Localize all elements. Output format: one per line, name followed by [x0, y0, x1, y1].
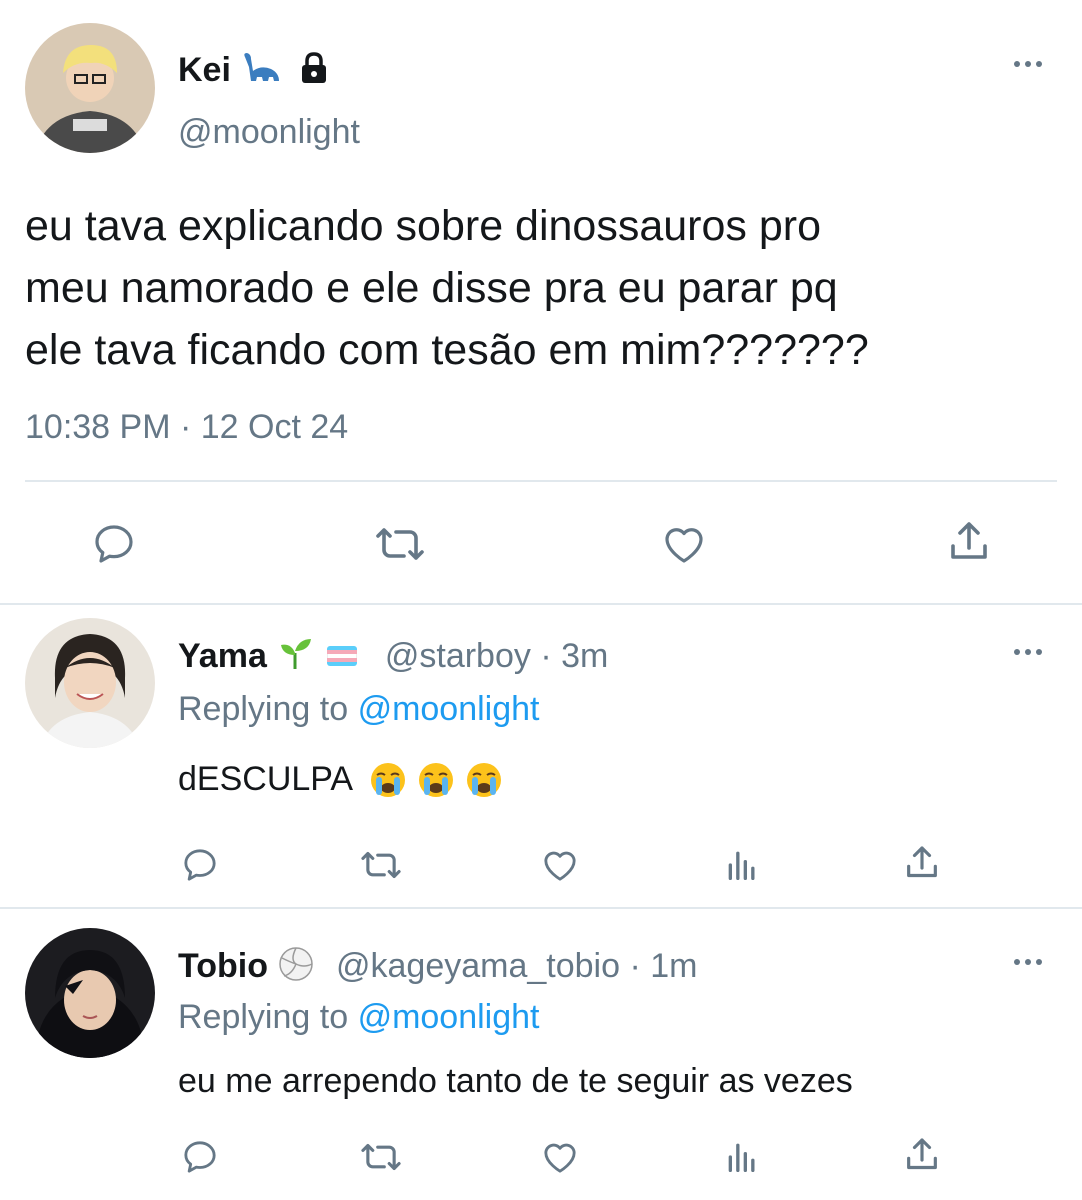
replying-to: Replying to @moonlight — [178, 690, 540, 729]
volleyball-icon — [278, 946, 314, 987]
share-icon — [907, 846, 937, 878]
tweet-text-line: ele tava ficando com tesão em mim??????? — [25, 326, 869, 374]
retweet-button[interactable] — [358, 845, 404, 885]
like-icon — [544, 1143, 576, 1173]
share-button[interactable] — [945, 518, 993, 566]
author-handle[interactable]: @moonlight — [178, 113, 360, 152]
replying-to-handle[interactable]: @moonlight — [358, 998, 540, 1036]
reply-button[interactable] — [90, 520, 138, 568]
tweet-text: eu tava explicando sobre dinossauros pro… — [25, 195, 869, 381]
tweet-text-line: eu tava explicando sobre dinossauros pro — [25, 202, 822, 250]
like-button[interactable] — [660, 520, 708, 568]
like-icon — [544, 851, 576, 881]
author-handle-time[interactable]: @kageyama_tobio · 1m — [336, 947, 697, 986]
share-icon — [907, 1138, 937, 1170]
tweet-text-line: meu namorado e ele disse pra eu parar pq — [25, 264, 838, 312]
more-options-icon[interactable] — [1008, 952, 1048, 972]
retweet-icon — [361, 851, 401, 879]
replying-to: Replying to @moonlight — [178, 998, 540, 1037]
reply-icon — [95, 525, 133, 563]
avatar[interactable] — [25, 928, 155, 1058]
share-button[interactable] — [902, 843, 942, 883]
reply-text: eu me arrependo tanto de te seguir as ve… — [178, 1062, 853, 1100]
loudly-crying-face-icon — [467, 762, 502, 797]
analytics-icon — [728, 851, 755, 880]
divider — [0, 907, 1082, 909]
reply-text-content: dESCULPA — [178, 760, 354, 798]
replying-to-handle[interactable]: @moonlight — [358, 690, 540, 728]
like-button[interactable] — [540, 845, 580, 885]
lock-icon — [297, 51, 331, 90]
retweet-icon — [376, 528, 424, 560]
share-button[interactable] — [902, 1135, 942, 1175]
sauropod-icon — [241, 51, 281, 90]
like-button[interactable] — [540, 1137, 580, 1177]
retweet-button[interactable] — [358, 1137, 404, 1177]
reply-text: dESCULPA — [178, 760, 503, 799]
transgender-flag-icon — [326, 646, 357, 666]
loudly-crying-face-icon — [419, 762, 454, 797]
replying-to-label: Replying to — [178, 998, 349, 1036]
like-icon — [665, 528, 703, 563]
divider — [0, 603, 1082, 605]
analytics-icon — [728, 1143, 755, 1172]
more-options-icon[interactable] — [1008, 54, 1048, 74]
author-name[interactable]: Tobio — [178, 947, 268, 986]
share-icon — [951, 522, 987, 559]
seedling-icon — [277, 637, 313, 676]
reply-icon — [184, 849, 216, 881]
reply-button[interactable] — [180, 1137, 220, 1177]
reply-button[interactable] — [180, 845, 220, 885]
author-name[interactable]: Kei — [178, 51, 231, 90]
loudly-crying-face-icon — [371, 762, 406, 797]
more-options-icon[interactable] — [1008, 642, 1048, 662]
retweet-button[interactable] — [372, 520, 428, 568]
analytics-button[interactable] — [722, 845, 762, 885]
reply-icon — [184, 1141, 216, 1173]
tweet-timestamp[interactable]: 10:38 PM · 12 Oct 24 — [25, 408, 348, 447]
retweet-icon — [361, 1143, 401, 1171]
author-handle-time[interactable]: @starboy · 3m — [385, 637, 608, 676]
replying-to-label: Replying to — [178, 690, 349, 728]
author-name[interactable]: Yama — [178, 637, 267, 676]
avatar[interactable] — [25, 23, 155, 153]
analytics-button[interactable] — [722, 1137, 762, 1177]
avatar[interactable] — [25, 618, 155, 748]
divider — [25, 480, 1057, 482]
